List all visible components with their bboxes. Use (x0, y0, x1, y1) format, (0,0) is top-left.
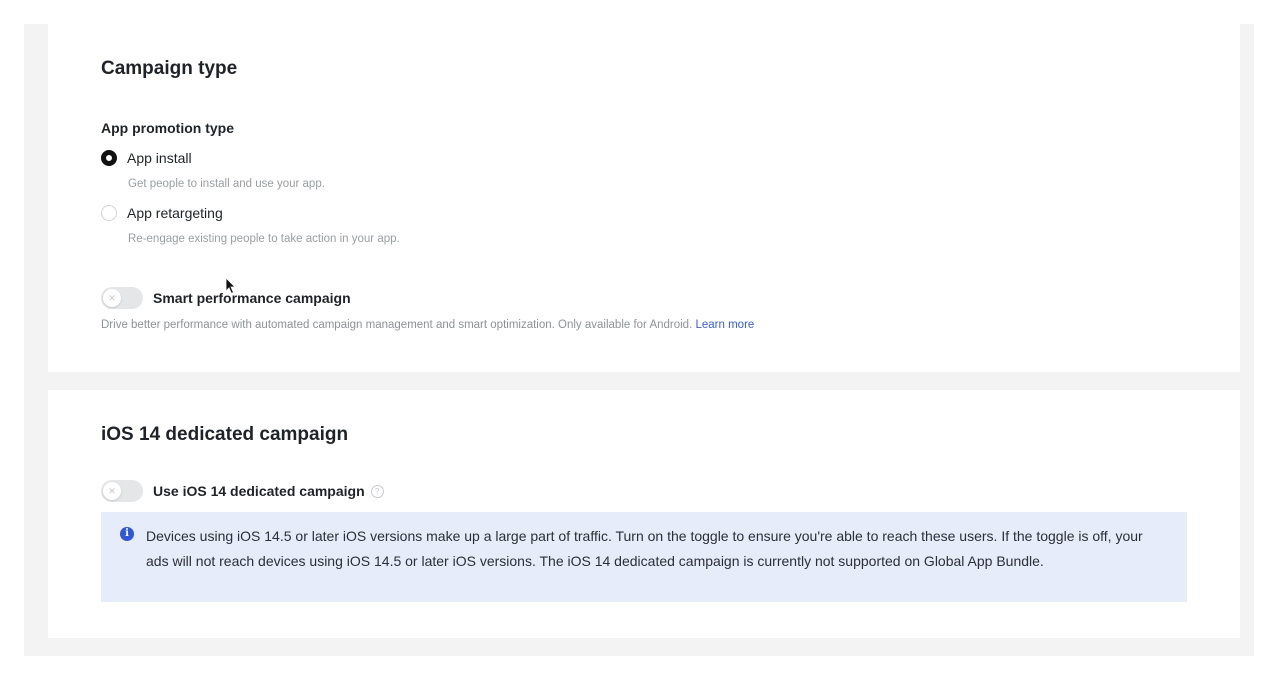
close-icon: ✕ (103, 289, 121, 307)
smart-performance-toggle[interactable]: ✕ (101, 287, 143, 309)
campaign-type-card: Campaign type App promotion type App ins… (48, 24, 1240, 372)
smart-performance-description-text: Drive better performance with automated … (101, 319, 693, 331)
ios14-campaign-card: iOS 14 dedicated campaign ✕ Use iOS 14 d… (48, 390, 1240, 638)
smart-performance-description: Drive better performance with automated … (101, 319, 754, 331)
ios14-toggle[interactable]: ✕ (101, 480, 143, 502)
info-icon: i (120, 527, 134, 541)
ios14-campaign-title: iOS 14 dedicated campaign (101, 424, 349, 445)
app-install-description: Get people to install and use your app. (128, 178, 325, 190)
smart-performance-label: Smart performance campaign (153, 290, 351, 306)
ios14-info-text: Devices using iOS 14.5 or later iOS vers… (146, 528, 1143, 569)
ios14-toggle-row: ✕ Use iOS 14 dedicated campaign ? (101, 480, 384, 502)
radio-app-install[interactable]: App install (101, 148, 192, 168)
ios14-toggle-label: Use iOS 14 dedicated campaign (153, 483, 365, 499)
app-retargeting-label: App retargeting (127, 205, 223, 221)
campaign-type-title: Campaign type (101, 58, 238, 79)
radio-app-retargeting[interactable]: App retargeting (101, 203, 223, 223)
app-promotion-type-label: App promotion type (101, 120, 234, 136)
app-install-label: App install (127, 150, 192, 166)
app-retargeting-description: Re-engage existing people to take action… (128, 233, 400, 245)
learn-more-link[interactable]: Learn more (695, 319, 754, 331)
page-background: Campaign type App promotion type App ins… (24, 24, 1254, 656)
help-icon[interactable]: ? (370, 484, 384, 498)
radio-selected-icon[interactable] (101, 150, 117, 166)
mouse-cursor-icon (225, 277, 236, 295)
radio-unselected-icon[interactable] (101, 205, 117, 221)
ios14-info-banner: i Devices using iOS 14.5 or later iOS ve… (101, 512, 1187, 602)
close-icon: ✕ (103, 482, 121, 500)
